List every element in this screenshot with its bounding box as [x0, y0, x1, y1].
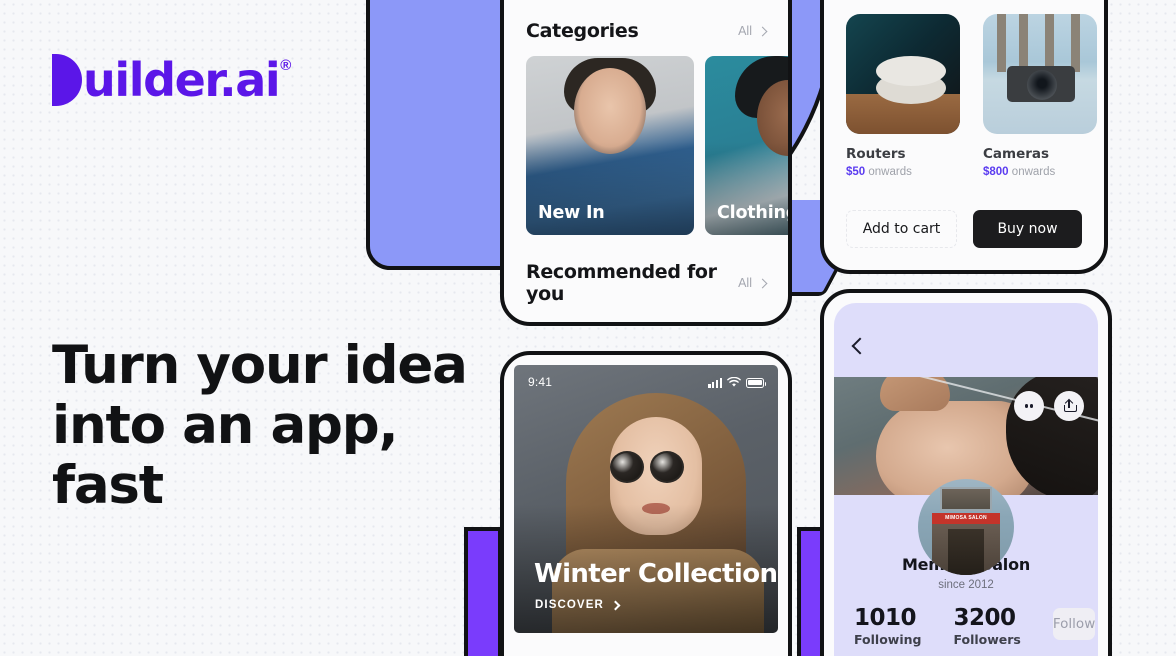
recommended-section-header: Recommended for you All	[526, 261, 768, 305]
stat-label: Following	[854, 632, 922, 647]
share-icon[interactable]	[1054, 391, 1084, 421]
product-actions: Add to cart Buy now	[846, 210, 1082, 248]
profile-phone-mockup: MIMOSA SALON Memosa Salon since 2012 101…	[820, 289, 1112, 656]
hero-title: Winter Collection	[534, 559, 778, 589]
stat-following: 1010 Following	[854, 605, 921, 647]
avatar[interactable]: MIMOSA SALON	[918, 479, 1014, 575]
status-bar-icons	[708, 376, 767, 388]
category-card-list: New In Clothing	[526, 56, 788, 235]
chevron-right-icon	[757, 26, 768, 36]
pier-pillar-shape	[1045, 14, 1054, 72]
more-options-icon[interactable]	[1014, 391, 1044, 421]
stat-followers: 3200 Followers	[953, 605, 1020, 647]
pier-pillar-shape	[1019, 14, 1028, 72]
storefront-window-shape	[940, 487, 992, 511]
storefront-sign: MIMOSA SALON	[932, 513, 1000, 524]
product-price: $800 onwards	[983, 166, 1097, 178]
products-card-mockup: Routers $50 onwards Cameras $800 onwards…	[820, 0, 1108, 274]
product-price-suffix: onwards	[868, 166, 912, 178]
product-price-value: $800	[983, 166, 1009, 178]
product-list: Routers $50 onwards Cameras $800 onwards	[846, 14, 1097, 178]
hero-stage: uilder.ai ® Turn your idea into an app, …	[0, 0, 1176, 656]
recommended-all-link[interactable]: All	[738, 276, 768, 290]
battery-icon	[746, 378, 767, 388]
stat-value: 1010	[854, 605, 917, 631]
decorative-bar-left	[464, 527, 502, 656]
salon-profile-screen: MIMOSA SALON Memosa Salon since 2012 101…	[834, 303, 1098, 656]
categories-all-label: All	[738, 24, 752, 38]
profile-stats: 1010 Following 3200 Followers Follow	[854, 605, 1096, 647]
product-price-suffix: onwards	[1011, 166, 1056, 178]
status-bar-time: 9:41	[528, 375, 553, 389]
product-price: $50 onwards	[846, 166, 960, 178]
categories-section-header: Categories All	[526, 20, 768, 42]
page-title: Turn your idea into an app, fast	[52, 336, 492, 516]
model-hair-shape	[735, 56, 788, 118]
categories-phone-mockup: Categories All New In Clothing Recommend	[500, 0, 792, 326]
profile-action-buttons	[1014, 391, 1084, 421]
router-upper-disc-shape	[876, 56, 946, 86]
logo-b-mark	[52, 54, 82, 106]
model-hair-shape	[564, 58, 656, 114]
discover-link[interactable]: DISCOVER	[535, 599, 621, 611]
category-card-new-in[interactable]: New In	[526, 56, 694, 235]
camera-lens-shape	[1027, 70, 1057, 100]
model-face-shape	[757, 80, 788, 156]
chevron-right-icon	[757, 278, 768, 288]
stat-label: Followers	[953, 632, 1021, 647]
builder-ai-logo: uilder.ai ®	[52, 54, 291, 106]
profile-since: since 2012	[938, 579, 994, 591]
recommended-title: Recommended for you	[526, 261, 717, 305]
category-label: New In	[538, 203, 605, 223]
product-name: Routers	[846, 146, 906, 162]
pier-pillar-shape	[997, 14, 1006, 72]
categories-title: Categories	[526, 20, 639, 42]
storefront-sign-text: MIMOSA SALON	[945, 515, 987, 521]
model-face-shape	[574, 68, 646, 154]
registered-trademark-icon: ®	[280, 57, 292, 74]
chevron-right-icon	[610, 600, 621, 610]
router-product-image	[846, 14, 960, 134]
cellular-signal-icon	[708, 378, 722, 388]
status-bar: 9:41	[514, 375, 778, 389]
add-to-cart-button[interactable]: Add to cart	[846, 210, 957, 248]
headline-line-1: Turn your idea	[52, 335, 468, 396]
hero-phone-mockup: 9:41 Winter Collection DISCOVER	[500, 351, 792, 656]
discover-label: DISCOVER	[535, 599, 604, 611]
therapist-hand-shape	[880, 377, 950, 411]
winter-collection-hero-image[interactable]: 9:41 Winter Collection DISCOVER	[514, 365, 778, 633]
categories-all-link[interactable]: All	[738, 24, 768, 38]
logo-wordmark: uilder.ai	[83, 53, 281, 107]
wifi-icon	[727, 376, 741, 387]
storefront-door-shape	[948, 529, 984, 575]
product-price-value: $50	[846, 166, 866, 178]
product-item-routers[interactable]: Routers $50 onwards	[846, 14, 960, 178]
back-chevron-icon[interactable]	[851, 337, 869, 355]
category-label: Clothing	[717, 203, 792, 223]
product-name: Cameras	[983, 146, 1050, 162]
follow-button[interactable]: Follow	[1052, 608, 1096, 640]
hero-gradient-overlay	[514, 365, 778, 633]
recommended-all-label: All	[738, 276, 752, 290]
buy-now-button[interactable]: Buy now	[973, 210, 1082, 248]
camera-product-image	[983, 14, 1097, 134]
product-item-cameras[interactable]: Cameras $800 onwards	[983, 14, 1097, 178]
headline-line-2: into an app, fast	[52, 395, 399, 516]
stat-value: 3200	[953, 605, 1016, 631]
category-card-clothing[interactable]: Clothing	[705, 56, 792, 235]
pier-pillar-shape	[1071, 14, 1080, 72]
